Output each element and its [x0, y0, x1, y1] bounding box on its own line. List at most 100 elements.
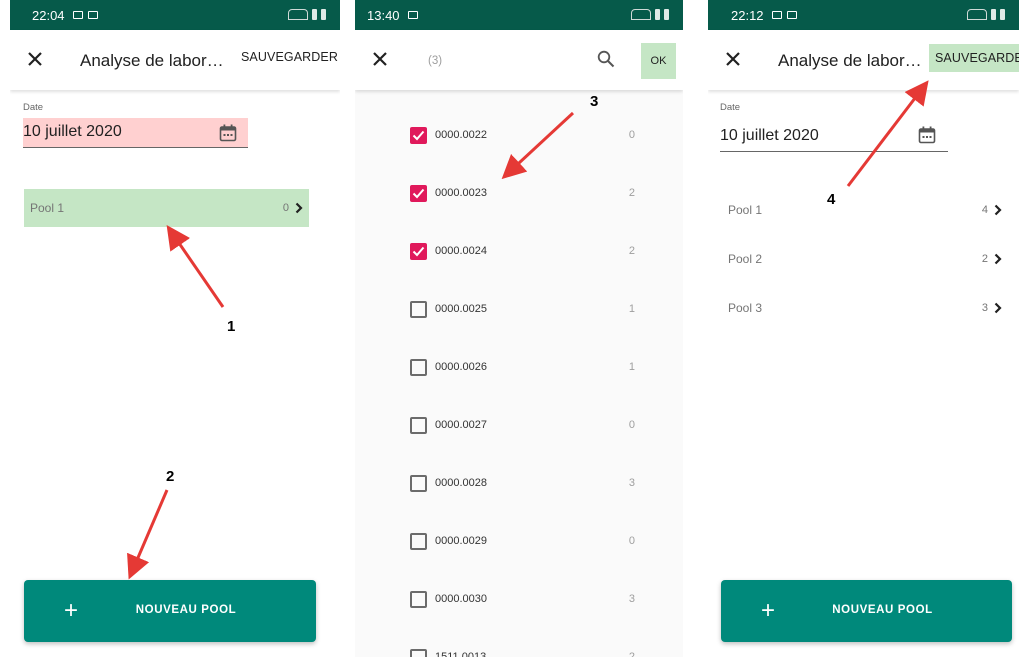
sample-count: 1: [628, 303, 635, 315]
status-bar: 13:40: [355, 0, 683, 30]
ok-button[interactable]: OK: [641, 43, 676, 79]
app-bar: Analyse de labor… SAUVEGARDER: [708, 30, 1019, 90]
page-title: Analyse de labor…: [80, 51, 224, 70]
sample-count: 0: [628, 129, 635, 141]
date-value: 10 juillet 2020: [720, 127, 819, 144]
save-button[interactable]: SAUVEGARDER: [929, 44, 1019, 72]
app-bar: (3) OK: [355, 30, 683, 90]
sample-count: 2: [628, 187, 635, 199]
sample-id: 0000.0023: [435, 187, 487, 199]
chevron-right-icon: [295, 202, 303, 214]
sample-item[interactable]: 0000.0025 1: [355, 281, 683, 339]
sample-item[interactable]: 0000.0026 1: [355, 339, 683, 397]
pool-row-1[interactable]: Pool 1 0: [24, 189, 309, 227]
sample-id: 0000.0022: [435, 129, 487, 141]
pool-name: Pool 1: [30, 201, 65, 215]
checkbox-icon[interactable]: [410, 359, 427, 376]
status-time: 22:12: [731, 7, 764, 23]
annotation-label-3: 3: [590, 93, 599, 110]
checkbox-icon[interactable]: [410, 649, 427, 657]
sample-count: 3: [628, 477, 635, 489]
close-icon[interactable]: [369, 48, 391, 70]
app-bar: Analyse de labor… SAUVEGARDER: [10, 30, 340, 90]
new-pool-label: NOUVEAU POOL: [832, 604, 933, 616]
screen-pool-editor-filled: 22:12 Analyse de labor… SAUVEGARDER Date…: [708, 0, 1019, 657]
sample-count: 3: [628, 593, 635, 605]
search-icon[interactable]: [597, 50, 615, 68]
date-label: Date: [23, 102, 44, 113]
pool-row-3[interactable]: Pool 3 3: [722, 289, 1002, 327]
sample-count: 2: [628, 651, 635, 657]
annotation-label-1: 1: [227, 318, 236, 335]
date-field[interactable]: 10 juillet 2020: [23, 118, 248, 148]
checkbox-icon[interactable]: [410, 533, 427, 550]
date-label: Date: [720, 102, 741, 113]
sample-item[interactable]: 0000.0029 0: [355, 513, 683, 571]
checkbox-icon[interactable]: [410, 127, 427, 144]
sample-item[interactable]: 0000.0023 2: [355, 165, 683, 223]
sample-count: 0: [628, 419, 635, 431]
pool-row-2[interactable]: Pool 2 2: [722, 240, 1002, 278]
status-time: 13:40: [367, 7, 400, 23]
image-notification-icon: [771, 11, 782, 19]
sample-count: 0: [628, 535, 635, 547]
image-notification-icon: [72, 11, 83, 19]
check-notification-icon: [87, 11, 98, 19]
status-bar: 22:04: [10, 0, 340, 30]
sample-id: 0000.0025: [435, 303, 487, 315]
sample-item[interactable]: 0000.0024 2: [355, 223, 683, 281]
checkbox-icon[interactable]: [410, 417, 427, 434]
date-field[interactable]: 10 juillet 2020: [720, 122, 948, 152]
sample-id: 0000.0030: [435, 593, 487, 605]
content: Date 10 juillet 2020 Pool 1 4 Pool 2 2 Pool …: [708, 90, 1019, 657]
pool-count: 3: [981, 302, 988, 314]
calendar-icon[interactable]: [219, 124, 237, 142]
calendar-icon[interactable]: [918, 126, 936, 144]
sample-id: 0000.0024: [435, 245, 487, 257]
date-value: 10 juillet 2020: [23, 123, 122, 140]
sample-item[interactable]: 0000.0027 0: [355, 397, 683, 455]
status-bar: 22:12: [708, 0, 1019, 30]
screen-sample-selection: 13:40 (3) OK 0000.0022 0 0000.0023 2 0000.00…: [355, 0, 683, 657]
sample-list: 0000.0022 0 0000.0023 2 0000.0024 2 0000.0025 1…: [355, 90, 683, 657]
new-pool-button[interactable]: + NOUVEAU POOL: [721, 580, 1012, 642]
content: Date 10 juillet 2020 Pool 1 0 + NOUVEAU …: [10, 90, 340, 657]
new-pool-button[interactable]: + NOUVEAU POOL: [24, 580, 316, 642]
sample-count: 1: [628, 361, 635, 373]
pool-row-1[interactable]: Pool 1 4: [722, 191, 1002, 229]
sample-id: 0000.0028: [435, 477, 487, 489]
pool-name: Pool 3: [728, 301, 763, 315]
close-icon[interactable]: [24, 48, 46, 70]
close-icon[interactable]: [722, 48, 744, 70]
pool-count: 0: [282, 202, 289, 214]
sample-item[interactable]: 0000.0028 3: [355, 455, 683, 513]
check-notification-icon: [407, 11, 418, 19]
checkbox-icon[interactable]: [410, 475, 427, 492]
signal-icons: [288, 9, 326, 20]
chevron-right-icon: [994, 253, 1002, 265]
sample-item[interactable]: 0000.0022 0: [355, 107, 683, 165]
signal-icons: [631, 9, 669, 20]
check-notification-icon: [786, 11, 797, 19]
checkbox-icon[interactable]: [410, 185, 427, 202]
save-button[interactable]: SAUVEGARDER: [241, 50, 338, 64]
page-title: Analyse de labor…: [778, 51, 922, 70]
pool-name: Pool 2: [728, 252, 763, 266]
checkbox-icon[interactable]: [410, 243, 427, 260]
sample-id: 0000.0027: [435, 419, 487, 431]
sample-id: 1511.0013: [435, 651, 487, 657]
pool-count: 2: [981, 253, 988, 265]
annotation-label-4: 4: [827, 191, 836, 208]
sample-id: 0000.0029: [435, 535, 487, 547]
checkbox-icon[interactable]: [410, 591, 427, 608]
signal-icons: [967, 9, 1005, 20]
chevron-right-icon: [994, 302, 1002, 314]
checkbox-icon[interactable]: [410, 301, 427, 318]
selected-count: (3): [428, 55, 443, 67]
new-pool-label: NOUVEAU POOL: [135, 604, 237, 616]
screen-pool-editor-empty: 22:04 Analyse de labor… SAUVEGARDER Date…: [10, 0, 340, 657]
sample-item[interactable]: 0000.0030 3: [355, 571, 683, 629]
chevron-right-icon: [994, 204, 1002, 216]
sample-id: 0000.0026: [435, 361, 487, 373]
sample-item[interactable]: 1511.0013 2: [355, 629, 683, 657]
